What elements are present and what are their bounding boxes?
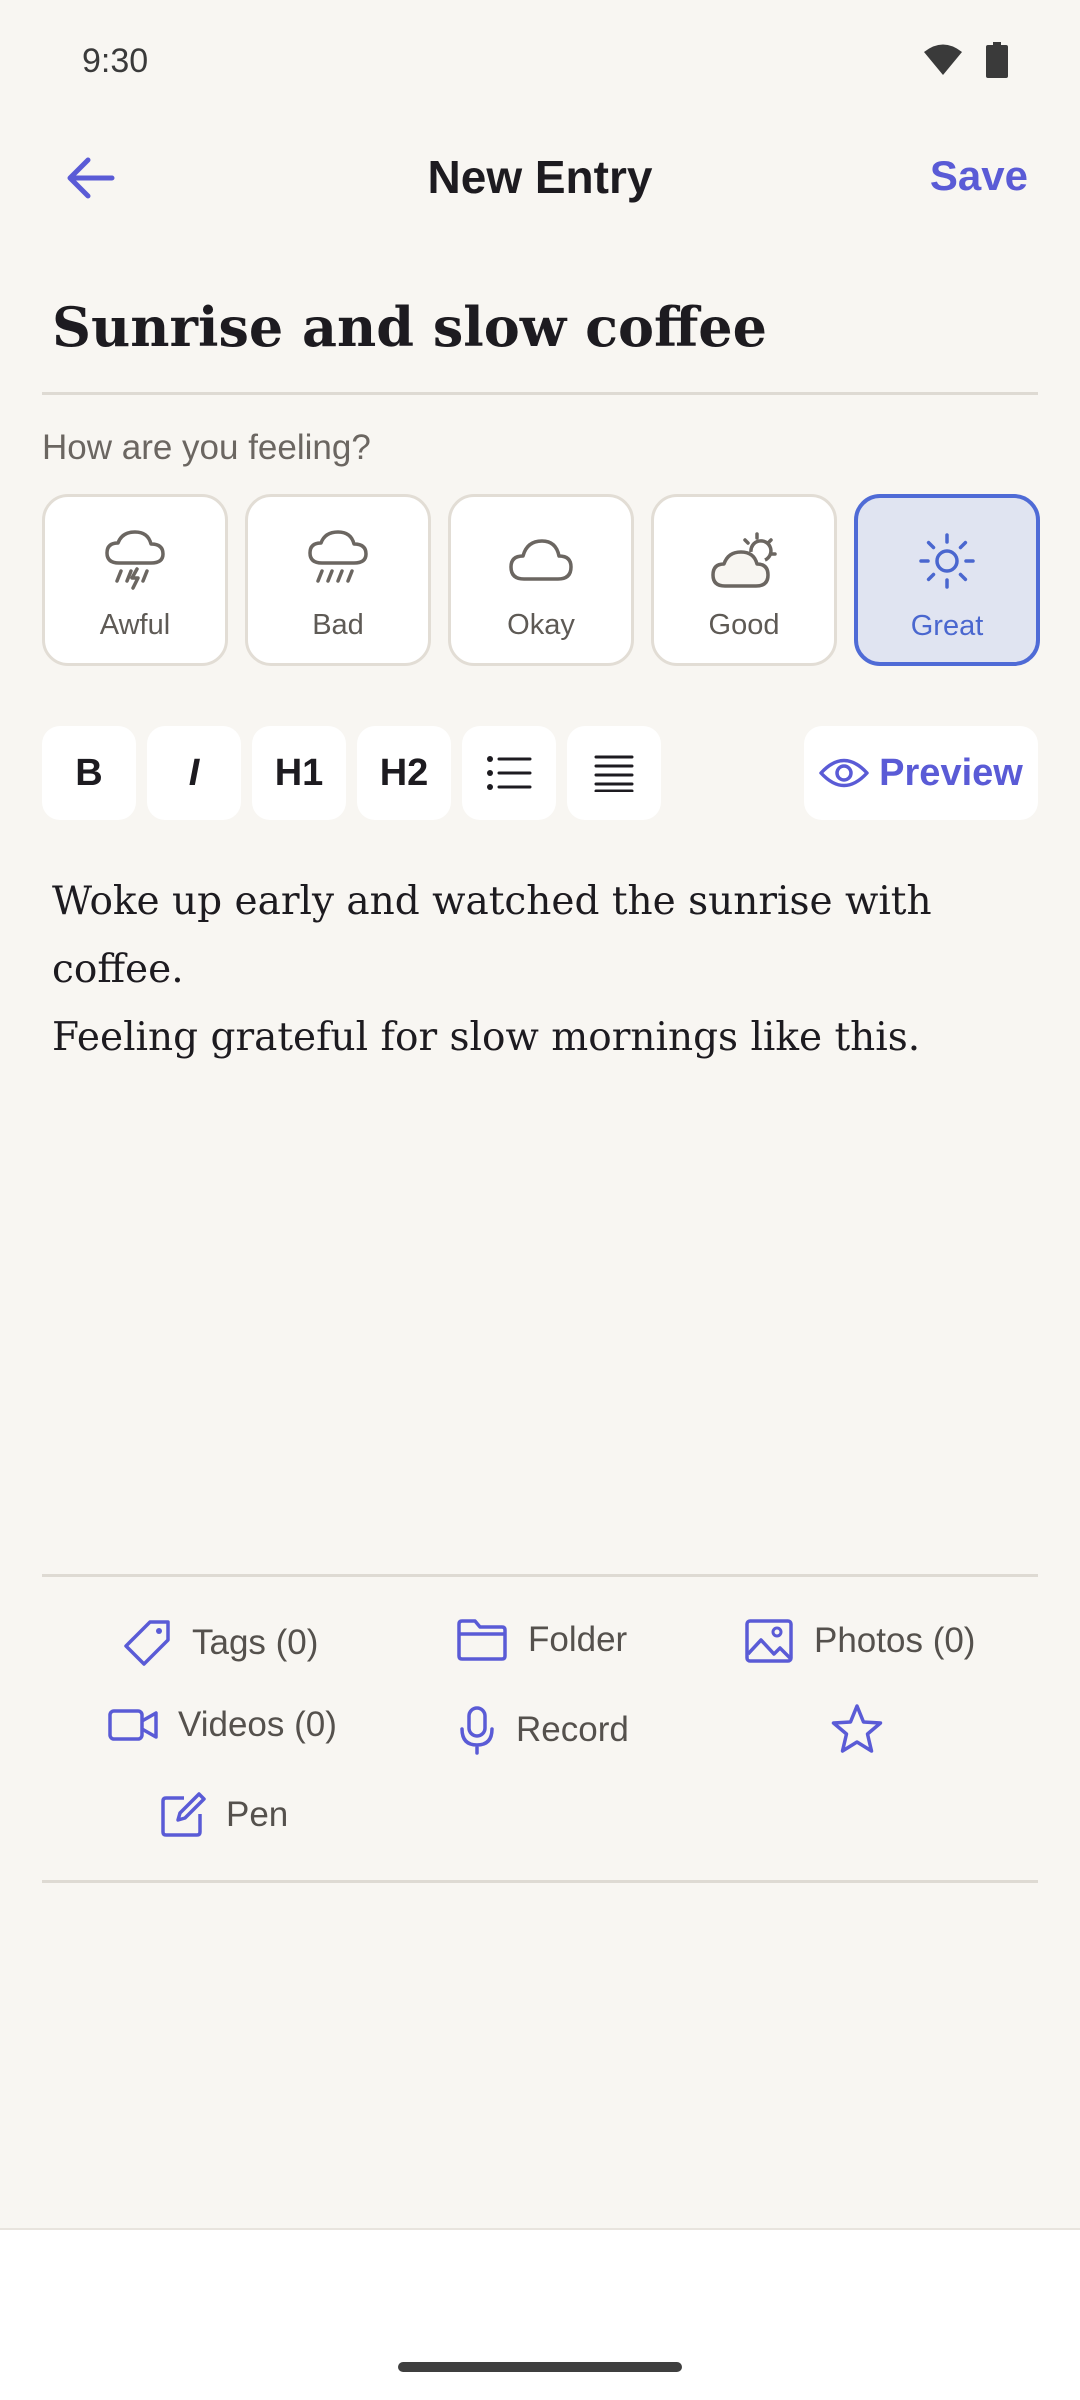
bullet-list-icon — [487, 756, 532, 790]
videos-button[interactable]: Videos (0) — [108, 1705, 337, 1745]
bullet-list-button[interactable] — [462, 726, 556, 820]
battery-icon — [986, 42, 1008, 78]
home-indicator[interactable] — [398, 2362, 682, 2372]
photos-button[interactable]: Photos (0) — [744, 1618, 975, 1664]
mood-option-good[interactable]: Good — [651, 494, 837, 666]
videos-label: Videos (0) — [178, 1705, 337, 1744]
mood-selector: Awful Bad Okay Good Great — [42, 494, 1040, 666]
favorite-button[interactable] — [830, 1703, 884, 1755]
status-icons — [922, 42, 1008, 78]
tags-button[interactable]: Tags (0) — [122, 1618, 318, 1668]
mood-label: Bad — [312, 609, 364, 641]
folder-button[interactable]: Folder — [456, 1618, 627, 1662]
thunderstorm-cloud-icon — [105, 530, 165, 590]
preview-button[interactable]: Preview — [804, 726, 1038, 820]
mood-option-awful[interactable]: Awful — [42, 494, 228, 666]
mood-option-great[interactable]: Great — [854, 494, 1040, 666]
entry-title-input[interactable]: Sunrise and slow coffee — [52, 295, 1032, 359]
divider — [42, 392, 1038, 395]
record-label: Record — [516, 1710, 629, 1749]
align-justify-icon — [594, 755, 634, 792]
mood-label: Good — [708, 609, 780, 641]
entry-body-editor[interactable]: Woke up early and watched the sunrise wi… — [52, 868, 1042, 1072]
eye-icon — [819, 758, 869, 788]
pen-label: Pen — [226, 1795, 289, 1834]
mood-label: Okay — [507, 609, 575, 641]
folder-label: Folder — [528, 1620, 628, 1659]
photos-label: Photos (0) — [814, 1621, 976, 1660]
record-button[interactable]: Record — [458, 1705, 629, 1755]
preview-label: Preview — [879, 751, 1023, 794]
mood-label: Awful — [99, 609, 171, 641]
align-justify-button[interactable] — [567, 726, 661, 820]
edit-pen-icon — [161, 1792, 206, 1837]
partly-sunny-icon — [711, 532, 777, 588]
image-icon — [745, 1619, 793, 1663]
body-line: Feeling grateful for slow mornings like … — [52, 1015, 921, 1060]
divider — [42, 1574, 1038, 1577]
divider — [42, 1880, 1038, 1883]
mood-option-bad[interactable]: Bad — [245, 494, 431, 666]
body-line: Woke up early and watched the sunrise wi… — [52, 879, 932, 992]
status-time: 9:30 — [82, 42, 149, 80]
microphone-icon — [460, 1706, 494, 1755]
pen-button[interactable]: Pen — [160, 1792, 288, 1838]
folder-icon — [457, 1619, 507, 1661]
rain-cloud-icon — [308, 530, 368, 583]
heading2-button[interactable]: H2 — [357, 726, 451, 820]
bold-button[interactable]: B — [42, 726, 136, 820]
mood-prompt: How are you feeling? — [42, 428, 371, 467]
system-navigation-bar — [0, 2228, 1080, 2400]
status-bar: 9:30 — [0, 0, 1080, 126]
star-icon — [831, 1704, 883, 1753]
formatting-toolbar: B I H1 H2 Preview — [42, 726, 1038, 820]
cloud-icon — [509, 539, 573, 581]
video-camera-icon — [108, 1709, 158, 1741]
mood-option-okay[interactable]: Okay — [448, 494, 634, 666]
sun-icon — [919, 533, 975, 589]
page-title: New Entry — [427, 151, 653, 203]
heading1-button[interactable]: H1 — [252, 726, 346, 820]
top-app-bar: New Entry Save — [0, 126, 1080, 230]
save-button[interactable]: Save — [930, 152, 1028, 200]
tag-icon — [124, 1620, 170, 1666]
wifi-icon — [924, 44, 962, 75]
italic-button[interactable]: I — [147, 726, 241, 820]
mood-label: Great — [910, 610, 984, 642]
tags-label: Tags (0) — [192, 1623, 319, 1662]
